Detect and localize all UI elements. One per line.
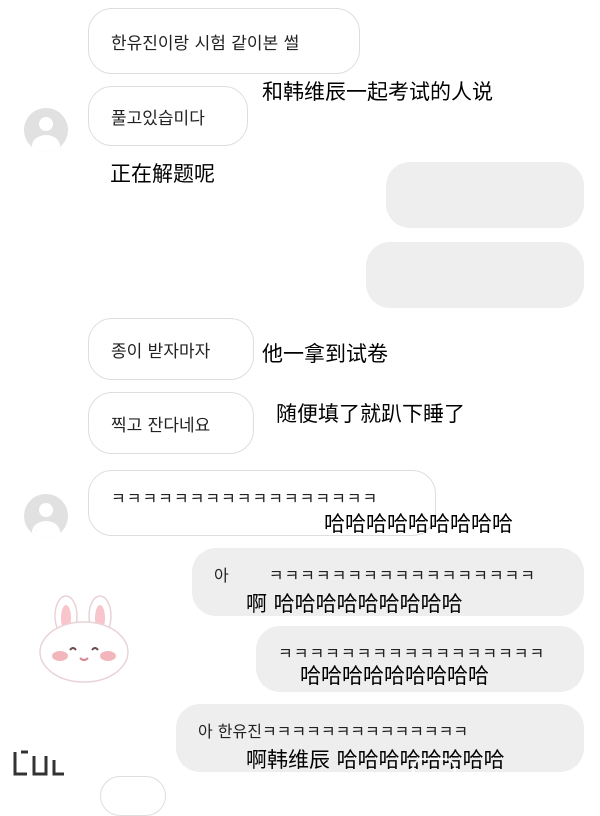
- message-prefix: 아: [214, 566, 229, 585]
- message-bubble-blank-2[interactable]: [366, 242, 584, 308]
- translation-6: 啊 哈哈哈哈哈哈哈哈哈: [246, 592, 463, 616]
- watermark-mark-icon: [412, 752, 592, 786]
- translation-4: 随便填了就趴下睡了: [276, 402, 465, 426]
- translation-5: 哈哈哈哈哈哈哈哈哈: [324, 512, 513, 536]
- message-text: ㅋㅋㅋㅋㅋㅋㅋㅋㅋㅋㅋㅋㅋㅋㅋㅋㅋ: [268, 566, 536, 585]
- message-text: 종이 받자마자: [111, 341, 211, 362]
- message-bubble-blank-1[interactable]: [386, 162, 584, 228]
- default-avatar-icon[interactable]: [24, 108, 68, 152]
- corner-logo-icon: [13, 750, 64, 776]
- bunny-sticker-icon[interactable]: [36, 594, 136, 684]
- message-text: 아 한유진ㅋㅋㅋㅋㅋㅋㅋㅋㅋㅋㅋㅋㅋㅋ: [198, 722, 469, 741]
- translation-3: 他一拿到试卷: [262, 342, 388, 366]
- message-text: 찍고 잔다네요: [111, 415, 211, 436]
- default-avatar-icon[interactable]: [24, 494, 68, 538]
- message-bubble-3[interactable]: 종이 받자마자: [88, 318, 254, 380]
- message-bubble-4[interactable]: 찍고 잔다네요: [88, 392, 254, 454]
- message-text: 풀고있습미다: [111, 108, 205, 129]
- translation-2: 正在解题呢: [110, 162, 215, 186]
- translation-7: 哈哈哈哈哈哈哈哈哈: [300, 664, 489, 688]
- message-bubble-partial[interactable]: [100, 776, 166, 816]
- message-bubble-2[interactable]: 풀고있습미다: [88, 86, 248, 146]
- translation-1: 和韩维辰一起考试的人说: [262, 80, 493, 104]
- message-bubble-1[interactable]: 한유진이랑 시험 같이본 썰: [88, 8, 360, 74]
- message-text: 한유진이랑 시험 같이본 썰: [111, 33, 300, 54]
- message-text: ㅋㅋㅋㅋㅋㅋㅋㅋㅋㅋㅋㅋㅋㅋㅋㅋㅋ: [111, 489, 379, 508]
